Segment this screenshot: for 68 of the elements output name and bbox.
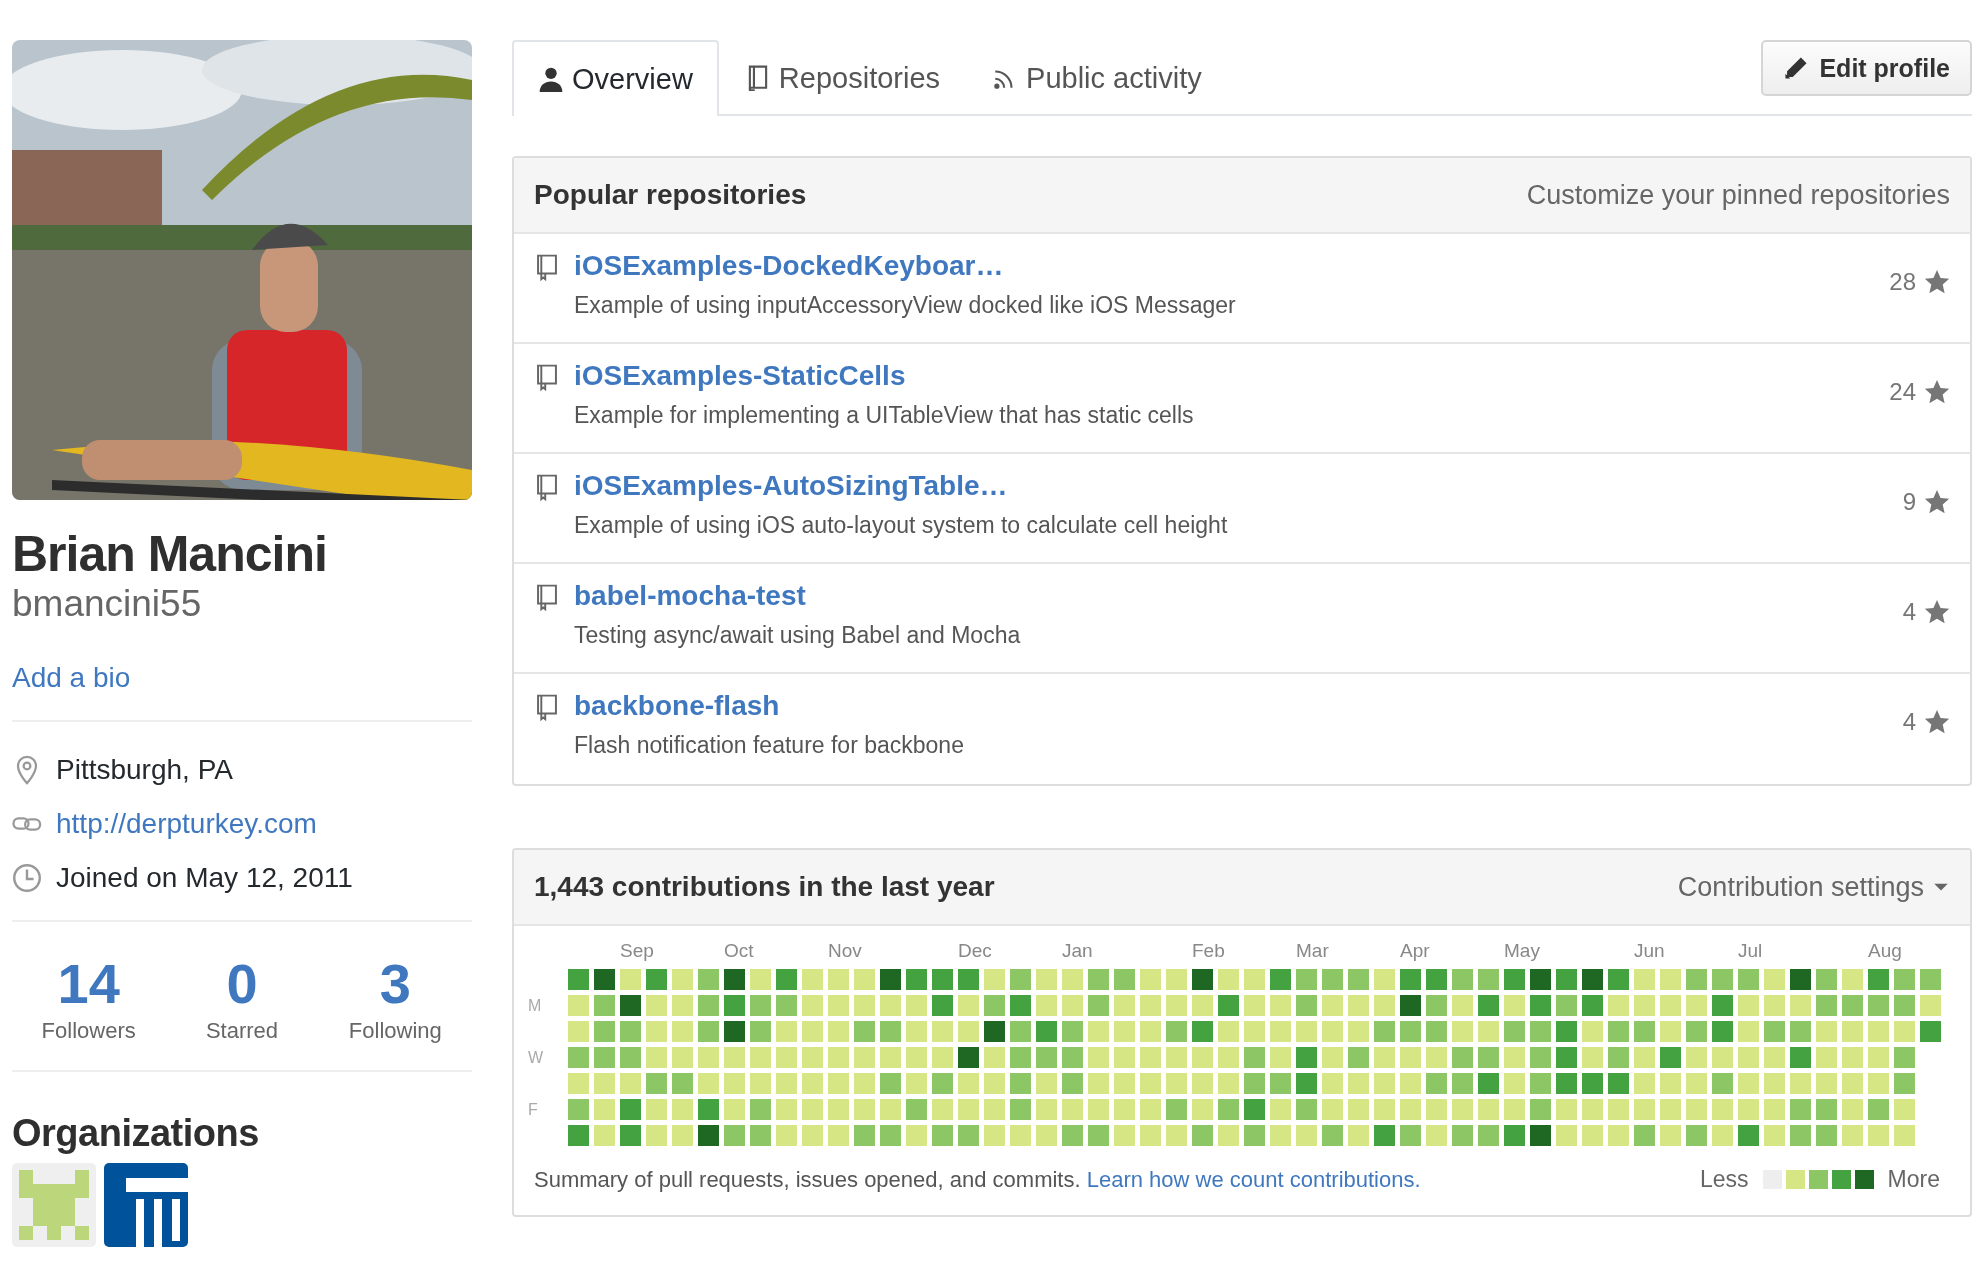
repo-icon (534, 362, 560, 392)
month-label: Sep (620, 940, 654, 962)
legend-label: Less (1700, 1166, 1749, 1193)
repo-link[interactable]: iOSExamples-DockedKeyboar… (574, 250, 1004, 282)
month-label: Jul (1738, 940, 1763, 962)
clock-icon (12, 863, 42, 893)
month-label: Aug (1868, 940, 1902, 962)
pillars-icon[interactable] (104, 1163, 188, 1247)
repo-icon (534, 472, 560, 502)
section-heading: Popular repositories (534, 179, 807, 211)
month-label: May (1504, 940, 1540, 962)
stat-label: Starred (205, 1018, 279, 1044)
star-count: 28 (1889, 268, 1916, 296)
location-text: Pittsburgh, PA (56, 754, 233, 786)
repo-description: Example for implementing a UITableView that has static cells (574, 402, 1194, 429)
repo-description: Example of using iOS auto-layout system to calculate cell height (574, 512, 1228, 539)
stat-label: Following (348, 1018, 442, 1044)
customize-link[interactable]: Customize your pinned repositories (1526, 179, 1950, 211)
username: bmancini55 (12, 582, 203, 626)
tab[interactable]: Repositories (718, 40, 967, 114)
star-icon (1924, 709, 1950, 735)
repo-link[interactable]: iOSExamples-StaticCells (574, 360, 906, 392)
star-count: 4 (1902, 708, 1916, 736)
settings-dropdown[interactable]: Contribution settings (1677, 871, 1950, 903)
month-label: Nov (828, 940, 862, 962)
weekday-label: F (528, 1100, 538, 1119)
legend-label: More (1887, 1166, 1940, 1193)
stat-count[interactable]: 0 (226, 954, 258, 1014)
summary-text: Summary of pull requests, issues opened, and commits. Learn how we count contributions. (534, 1166, 1421, 1193)
month-label: Jan (1062, 940, 1093, 962)
learn-more-link[interactable]: Learn how we count contributions. (1086, 1166, 1421, 1192)
star-count: 4 (1902, 598, 1916, 626)
tab[interactable]: Overview (512, 40, 719, 116)
weekday-label: M (528, 996, 542, 1015)
star-icon (1924, 599, 1950, 625)
stat-count[interactable]: 3 (379, 954, 411, 1014)
join-date: Joined on May 12, 2011 (56, 862, 353, 894)
website-link[interactable]: http://derpturkey.com (56, 808, 317, 840)
month-label: Mar (1296, 940, 1329, 962)
tab[interactable]: Public activity (966, 40, 1228, 114)
star-icon (1924, 379, 1950, 405)
repo-description: Example of using inputAccessoryView docked like iOS Messager (574, 292, 1236, 319)
month-label: Jun (1634, 940, 1665, 962)
stat-count[interactable]: 14 (57, 954, 120, 1014)
repo-link[interactable]: babel-mocha-test (574, 580, 806, 612)
repo-icon (534, 582, 560, 612)
repo-icon (534, 692, 560, 722)
star-count: 9 (1902, 488, 1916, 516)
person-icon (538, 66, 564, 92)
month-label: Feb (1192, 940, 1225, 962)
profile-name: Brian Mancini (12, 526, 328, 582)
month-label: Apr (1400, 940, 1430, 962)
repo-description: Testing async/await using Babel and Mocha (574, 622, 1021, 649)
month-label: Dec (958, 940, 992, 962)
month-label: Oct (724, 940, 754, 962)
section-heading: 1,443 contributions in the last year (534, 871, 995, 903)
star-icon (1924, 269, 1950, 295)
add-bio-link[interactable]: Add a bio (12, 662, 131, 694)
repo-link[interactable]: iOSExamples-AutoSizingTable… (574, 470, 1008, 502)
repo-icon (534, 252, 560, 282)
star-icon (1924, 489, 1950, 515)
repo-description: Flash notification feature for backbone (574, 732, 964, 759)
edit-profile-button[interactable]: Edit profile (1761, 40, 1972, 96)
star-count: 24 (1889, 378, 1916, 406)
repo-link[interactable]: backbone-flash (574, 690, 780, 722)
weekday-label: W (528, 1048, 544, 1067)
stat-label: Followers (41, 1018, 136, 1044)
section-heading: Organizations (12, 1112, 260, 1155)
